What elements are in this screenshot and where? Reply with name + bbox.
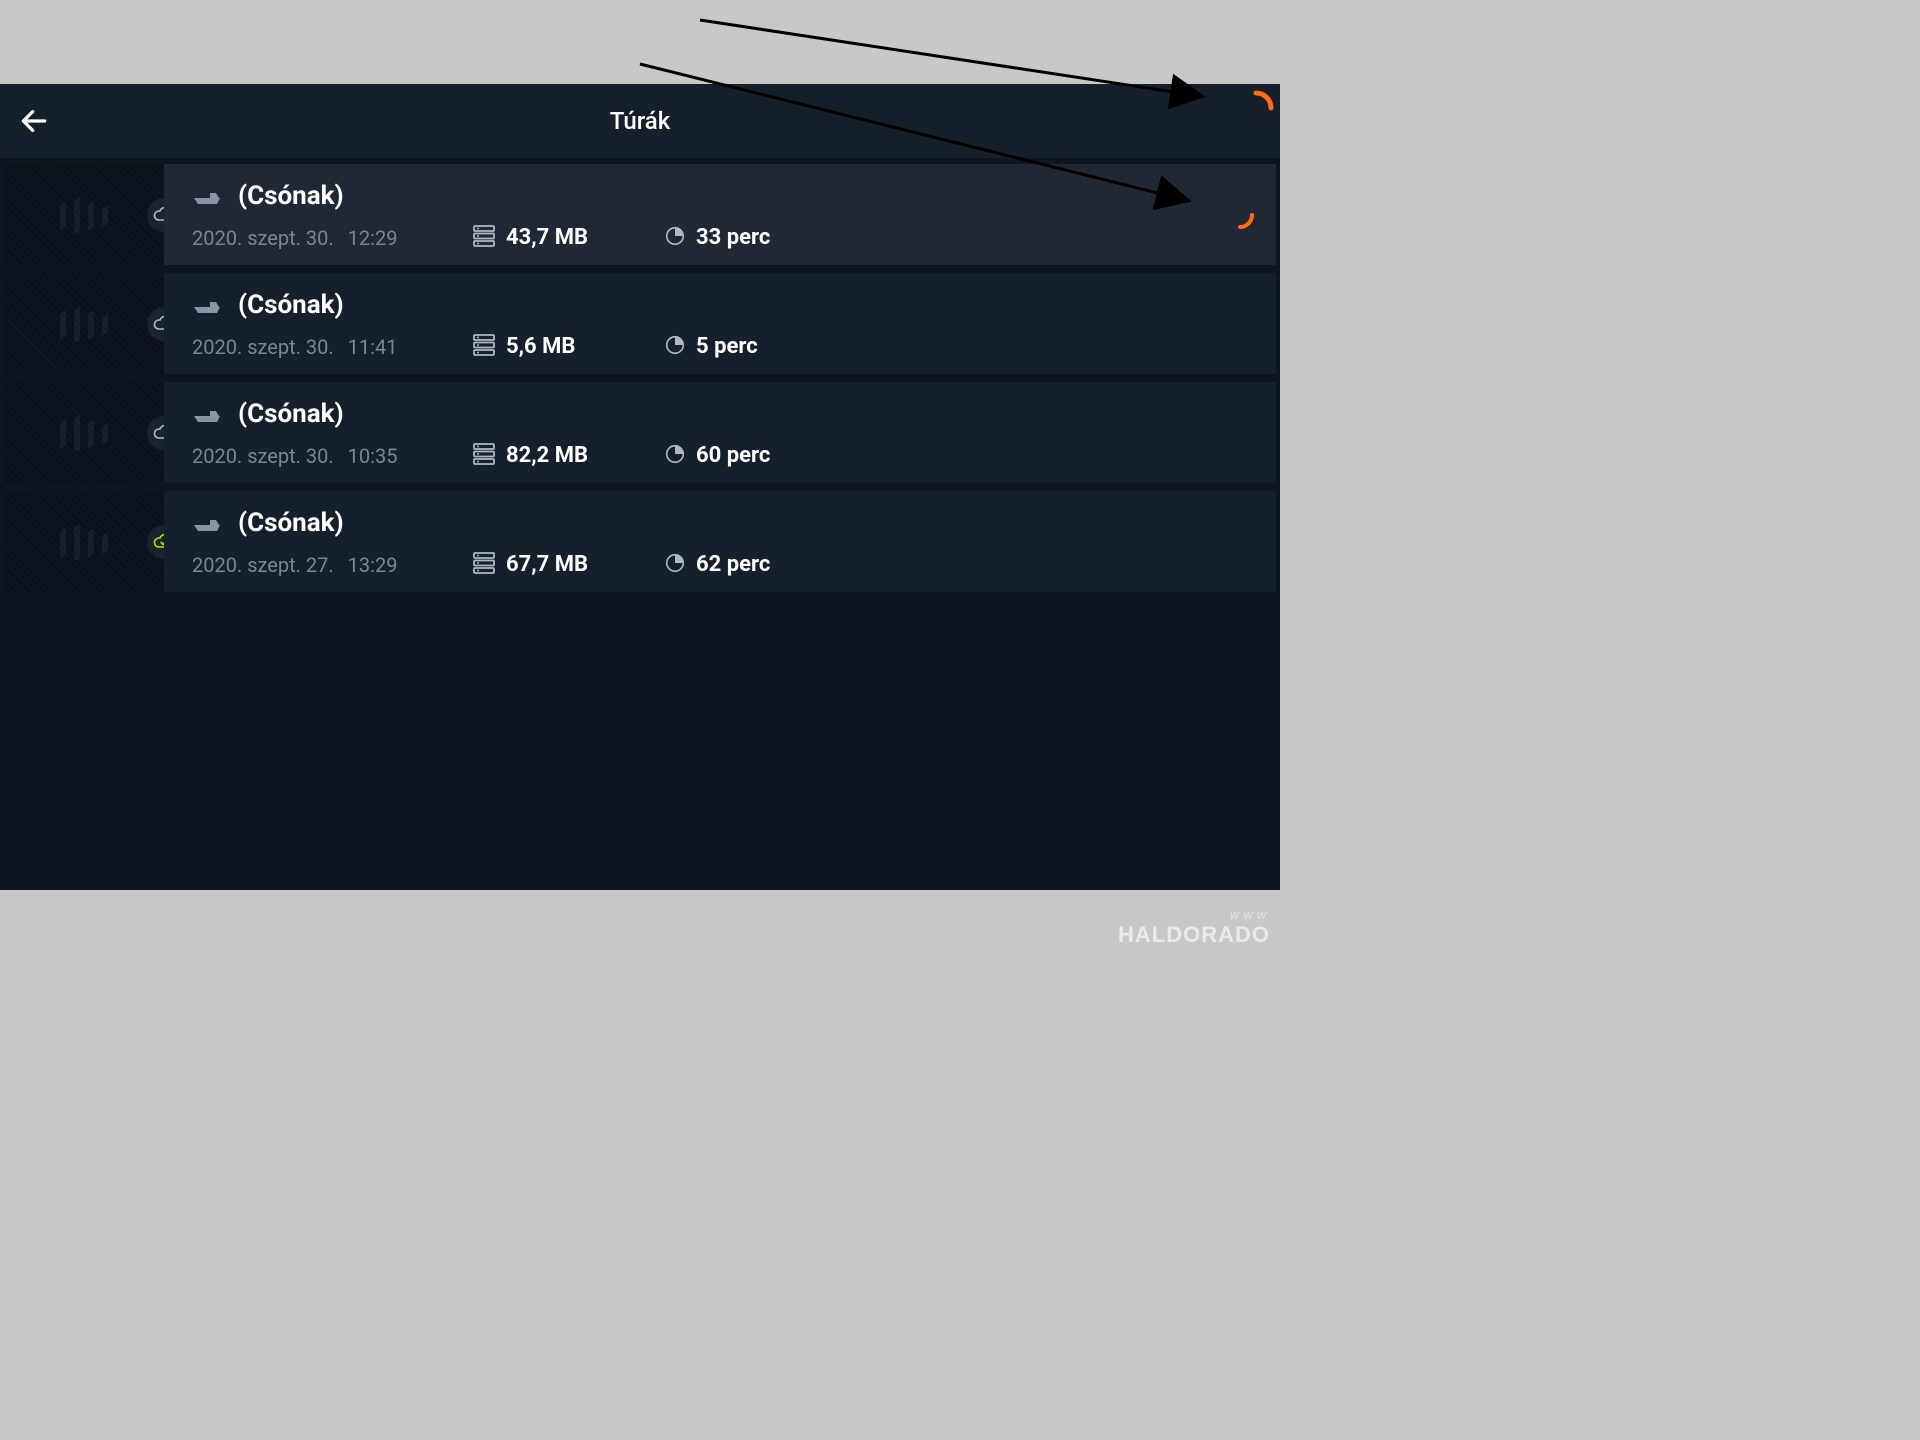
trip-thumbnail (4, 491, 164, 592)
trip-name: (Csónak) (238, 399, 344, 429)
sync-spinner-header (1238, 90, 1274, 126)
trip-duration: 5 perc (696, 334, 758, 359)
trip-duration: 33 perc (696, 225, 770, 250)
storage-icon (472, 225, 496, 251)
trip-thumbnail (4, 273, 164, 374)
sync-spinner-row (1224, 199, 1256, 231)
trip-duration: 60 perc (696, 443, 770, 468)
trip-name: (Csónak) (238, 508, 344, 538)
watermark: WWW HALDORADO (1118, 911, 1270, 948)
header-bar: Túrák (0, 84, 1280, 158)
trip-duration: 62 perc (696, 552, 770, 577)
trip-size: 5,6 MB (506, 334, 634, 359)
trip-row[interactable]: (Csónak) 2020. szept. 30.10:35 82,2 MB 60 p… (4, 382, 1276, 483)
trip-datetime: 2020. szept. 30.11:41 (192, 335, 442, 359)
trip-name: (Csónak) (238, 181, 344, 211)
trip-row[interactable]: (Csónak) 2020. szept. 30.11:41 5,6 MB 5 per… (4, 273, 1276, 374)
storage-icon (472, 334, 496, 360)
trip-datetime: 2020. szept. 27.13:29 (192, 553, 442, 577)
storage-icon (472, 552, 496, 578)
trip-thumbnail (4, 382, 164, 483)
boat-icon (192, 186, 226, 206)
trip-content: (Csónak) 2020. szept. 30.12:29 43,7 MB 33 p… (164, 164, 1276, 265)
clock-icon (664, 225, 686, 251)
clock-icon (664, 334, 686, 360)
clock-icon (664, 552, 686, 578)
trip-content: (Csónak) 2020. szept. 27.13:29 67,7 MB 62 p… (164, 491, 1276, 592)
trip-content: (Csónak) 2020. szept. 30.10:35 82,2 MB 60 p… (164, 382, 1276, 483)
trip-row[interactable]: (Csónak) 2020. szept. 30.12:29 43,7 MB 33 p… (4, 164, 1276, 265)
spinner-icon (1238, 90, 1274, 126)
boat-icon (192, 404, 226, 424)
trip-size: 82,2 MB (506, 443, 634, 468)
boat-icon (192, 513, 226, 533)
watermark-line2: HALDORADO (1118, 922, 1270, 948)
trip-content: (Csónak) 2020. szept. 30.11:41 5,6 MB 5 per… (164, 273, 1276, 374)
trip-name: (Csónak) (238, 290, 344, 320)
app-window: Túrák (Csónak) 2020. szept. 30.12:29 43,7 … (0, 84, 1280, 890)
clock-icon (664, 443, 686, 469)
boat-icon (192, 295, 226, 315)
trip-row[interactable]: (Csónak) 2020. szept. 27.13:29 67,7 MB 62 p… (4, 491, 1276, 592)
trip-size: 67,7 MB (506, 552, 634, 577)
arrow-left-icon (18, 105, 50, 137)
trip-datetime: 2020. szept. 30.12:29 (192, 226, 442, 250)
trip-datetime: 2020. szept. 30.10:35 (192, 444, 442, 468)
trips-list: (Csónak) 2020. szept. 30.12:29 43,7 MB 33 p… (0, 158, 1280, 890)
trip-size: 43,7 MB (506, 225, 634, 250)
storage-icon (472, 443, 496, 469)
page-title: Túrák (0, 107, 1280, 135)
trip-thumbnail (4, 164, 164, 265)
watermark-line1: WWW (1118, 911, 1270, 922)
back-button[interactable] (14, 101, 54, 141)
